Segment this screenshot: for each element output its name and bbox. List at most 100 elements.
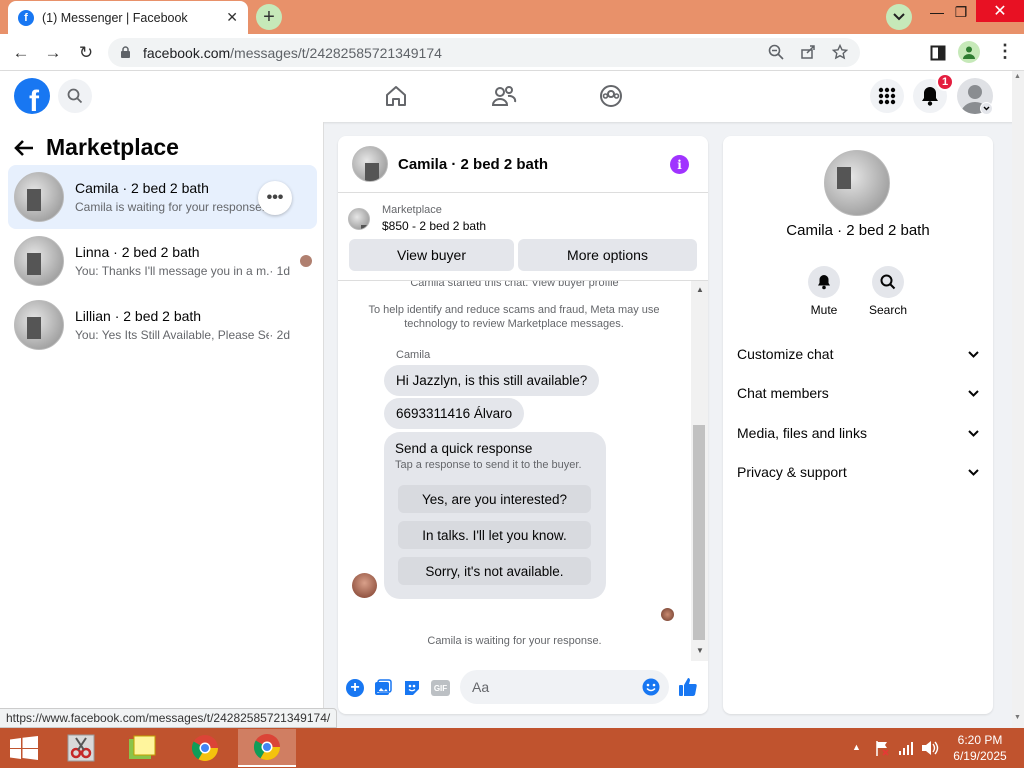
message-input[interactable]: Aa (460, 670, 669, 704)
close-tab-icon[interactable]: ✕ (226, 9, 238, 26)
menu-chat-members[interactable]: Chat members (737, 385, 979, 401)
chat-header[interactable]: Camila · 2 bed 2 bath (338, 136, 708, 193)
chat-title: Camila · 2 bed 2 bath (398, 155, 549, 173)
emoji-icon[interactable] (642, 678, 660, 696)
sender-avatar (352, 573, 377, 598)
groups-icon[interactable] (599, 84, 623, 108)
address-bar[interactable]: facebook.com/messages/t/2428258572134917… (108, 38, 860, 67)
browser-tab[interactable]: f (1) Messenger | Facebook ✕ (8, 1, 248, 34)
conversation-item[interactable]: Camila · 2 bed 2 bath Camila is waiting … (8, 165, 317, 229)
info-icon[interactable]: i (670, 155, 689, 174)
taskbar-clock[interactable]: 6:20 PM 6/19/2025 (944, 732, 1016, 764)
account-chevron-icon[interactable] (980, 102, 993, 115)
chevron-down-icon (968, 350, 979, 358)
status-url: https://www.facebook.com/messages/t/2428… (0, 708, 338, 728)
chevron-down-icon (968, 468, 979, 476)
chat-scrollbar[interactable]: ▲ ▼ (691, 281, 708, 661)
profile-button[interactable] (958, 41, 980, 63)
waiting-note: Camila is waiting for your response. (427, 635, 602, 647)
menu-customize-chat[interactable]: Customize chat (737, 346, 979, 362)
conversation-sidebar: Marketplace Camila · 2 bed 2 bath Camila… (0, 122, 324, 714)
back-button[interactable]: ← (8, 40, 34, 66)
conversation-item[interactable]: Linna · 2 bed 2 bath You: Thanks I'll me… (8, 229, 317, 293)
scrollbar-thumb[interactable] (693, 425, 705, 640)
forward-button[interactable]: → (40, 40, 66, 66)
mute-label: Mute (810, 303, 838, 317)
safety-note: To help identify and reduce scams and fr… (368, 304, 660, 330)
facebook-header: f 1 (0, 71, 1018, 122)
home-icon[interactable] (384, 84, 408, 108)
action-center-flag-icon[interactable] (874, 740, 890, 756)
side-panel-icon[interactable] (930, 45, 946, 61)
photo-icon[interactable] (374, 679, 392, 697)
search-conversation-button[interactable] (872, 266, 904, 298)
listing-summary[interactable]: Marketplace $850 - 2 bed 2 bath (348, 204, 486, 233)
scroll-up-icon[interactable]: ▲ (696, 285, 704, 294)
taskbar-chrome-2[interactable] (238, 729, 296, 767)
taskbar-sticky-notes[interactable] (113, 729, 171, 767)
quick-response-card: Send a quick response Tap a response to … (384, 432, 606, 599)
scroll-down-icon[interactable]: ▼ (696, 646, 704, 655)
restore-button[interactable]: ❐ (946, 2, 976, 22)
scissors-icon (67, 734, 95, 762)
menu-privacy-support[interactable]: Privacy & support (737, 464, 979, 480)
listing-thumbnail (14, 172, 64, 222)
browser-tab-bar: f (1) Messenger | Facebook ✕ + — ❐ ✕ (0, 0, 1024, 34)
quick-reply-button[interactable]: In talks. I'll let you know. (398, 521, 591, 549)
sticker-icon[interactable] (403, 679, 421, 697)
tray-chevron-up-icon[interactable]: ▲ (852, 742, 861, 752)
conversation-time: · 2d (269, 328, 290, 342)
notification-badge: 1 (936, 73, 954, 91)
new-tab-button[interactable]: + (256, 4, 282, 30)
view-buyer-button[interactable]: View buyer (349, 239, 514, 271)
back-arrow-icon[interactable] (14, 139, 34, 157)
scroll-down-icon[interactable]: ▼ (1014, 714, 1021, 721)
mute-button[interactable] (808, 266, 840, 298)
gif-icon[interactable]: GIF (431, 680, 450, 696)
reload-button[interactable]: ↻ (73, 40, 99, 66)
listing-thumbnail (348, 207, 370, 230)
details-avatar[interactable] (824, 150, 890, 216)
chat-avatar (352, 146, 388, 182)
clock-time: 6:20 PM (957, 733, 1003, 747)
chat-panel: Camila · 2 bed 2 bath i Marketplace $850… (338, 136, 708, 714)
conversation-item[interactable]: Lillian · 2 bed 2 bath You: Yes Its Stil… (8, 293, 317, 357)
menu-button[interactable] (870, 79, 904, 113)
plus-icon[interactable]: + (346, 679, 364, 697)
thumbs-up-icon[interactable] (678, 677, 698, 697)
volume-icon[interactable] (921, 740, 939, 756)
zoom-icon[interactable] (768, 44, 784, 60)
url-text: facebook.com/messages/t/2428258572134917… (143, 45, 442, 61)
network-icon[interactable] (898, 740, 914, 756)
conversation-options-button[interactable]: ••• (258, 181, 292, 215)
conversation-name: Lillian · 2 bed 2 bath (75, 308, 202, 324)
browser-menu-icon[interactable]: ⋮ (996, 41, 1014, 62)
more-options-button[interactable]: More options (518, 239, 697, 271)
message-bubble: Hi Jazzlyn, is this still available? (384, 365, 600, 396)
person-icon (963, 46, 975, 59)
scroll-up-icon[interactable]: ▲ (1014, 73, 1021, 80)
search-button[interactable] (58, 79, 92, 113)
listing-price: $850 - 2 bed 2 bath (382, 219, 487, 233)
start-button[interactable] (10, 736, 38, 763)
bell-icon (818, 275, 830, 290)
share-icon[interactable] (800, 44, 816, 60)
conversation-preview: You: Yes Its Still Available, Please Sen… (75, 328, 270, 342)
quick-reply-button[interactable]: Sorry, it's not available. (398, 557, 591, 585)
sidebar-title: Marketplace (46, 134, 179, 160)
tab-search-button[interactable] (886, 4, 912, 30)
search-icon (67, 88, 83, 104)
page-scrollbar[interactable]: ▲ ▼ (1012, 71, 1024, 728)
chat-started-note: Camila started this chat. View buyer pro… (410, 281, 619, 289)
search-icon (880, 274, 896, 290)
message-bubble: 6693311416 Álvaro (384, 398, 525, 429)
taskbar-snipping-tool[interactable] (52, 729, 110, 767)
bookmark-star-icon[interactable] (832, 44, 848, 60)
taskbar-chrome-1[interactable] (176, 729, 234, 767)
menu-label: Media, files and links (737, 425, 867, 441)
window-close-button[interactable]: ✕ (976, 0, 1024, 22)
menu-media-files-links[interactable]: Media, files and links (737, 425, 979, 441)
friends-icon[interactable] (491, 84, 517, 108)
quick-reply-button[interactable]: Yes, are you interested? (398, 485, 591, 513)
facebook-logo-icon[interactable]: f (14, 78, 50, 114)
